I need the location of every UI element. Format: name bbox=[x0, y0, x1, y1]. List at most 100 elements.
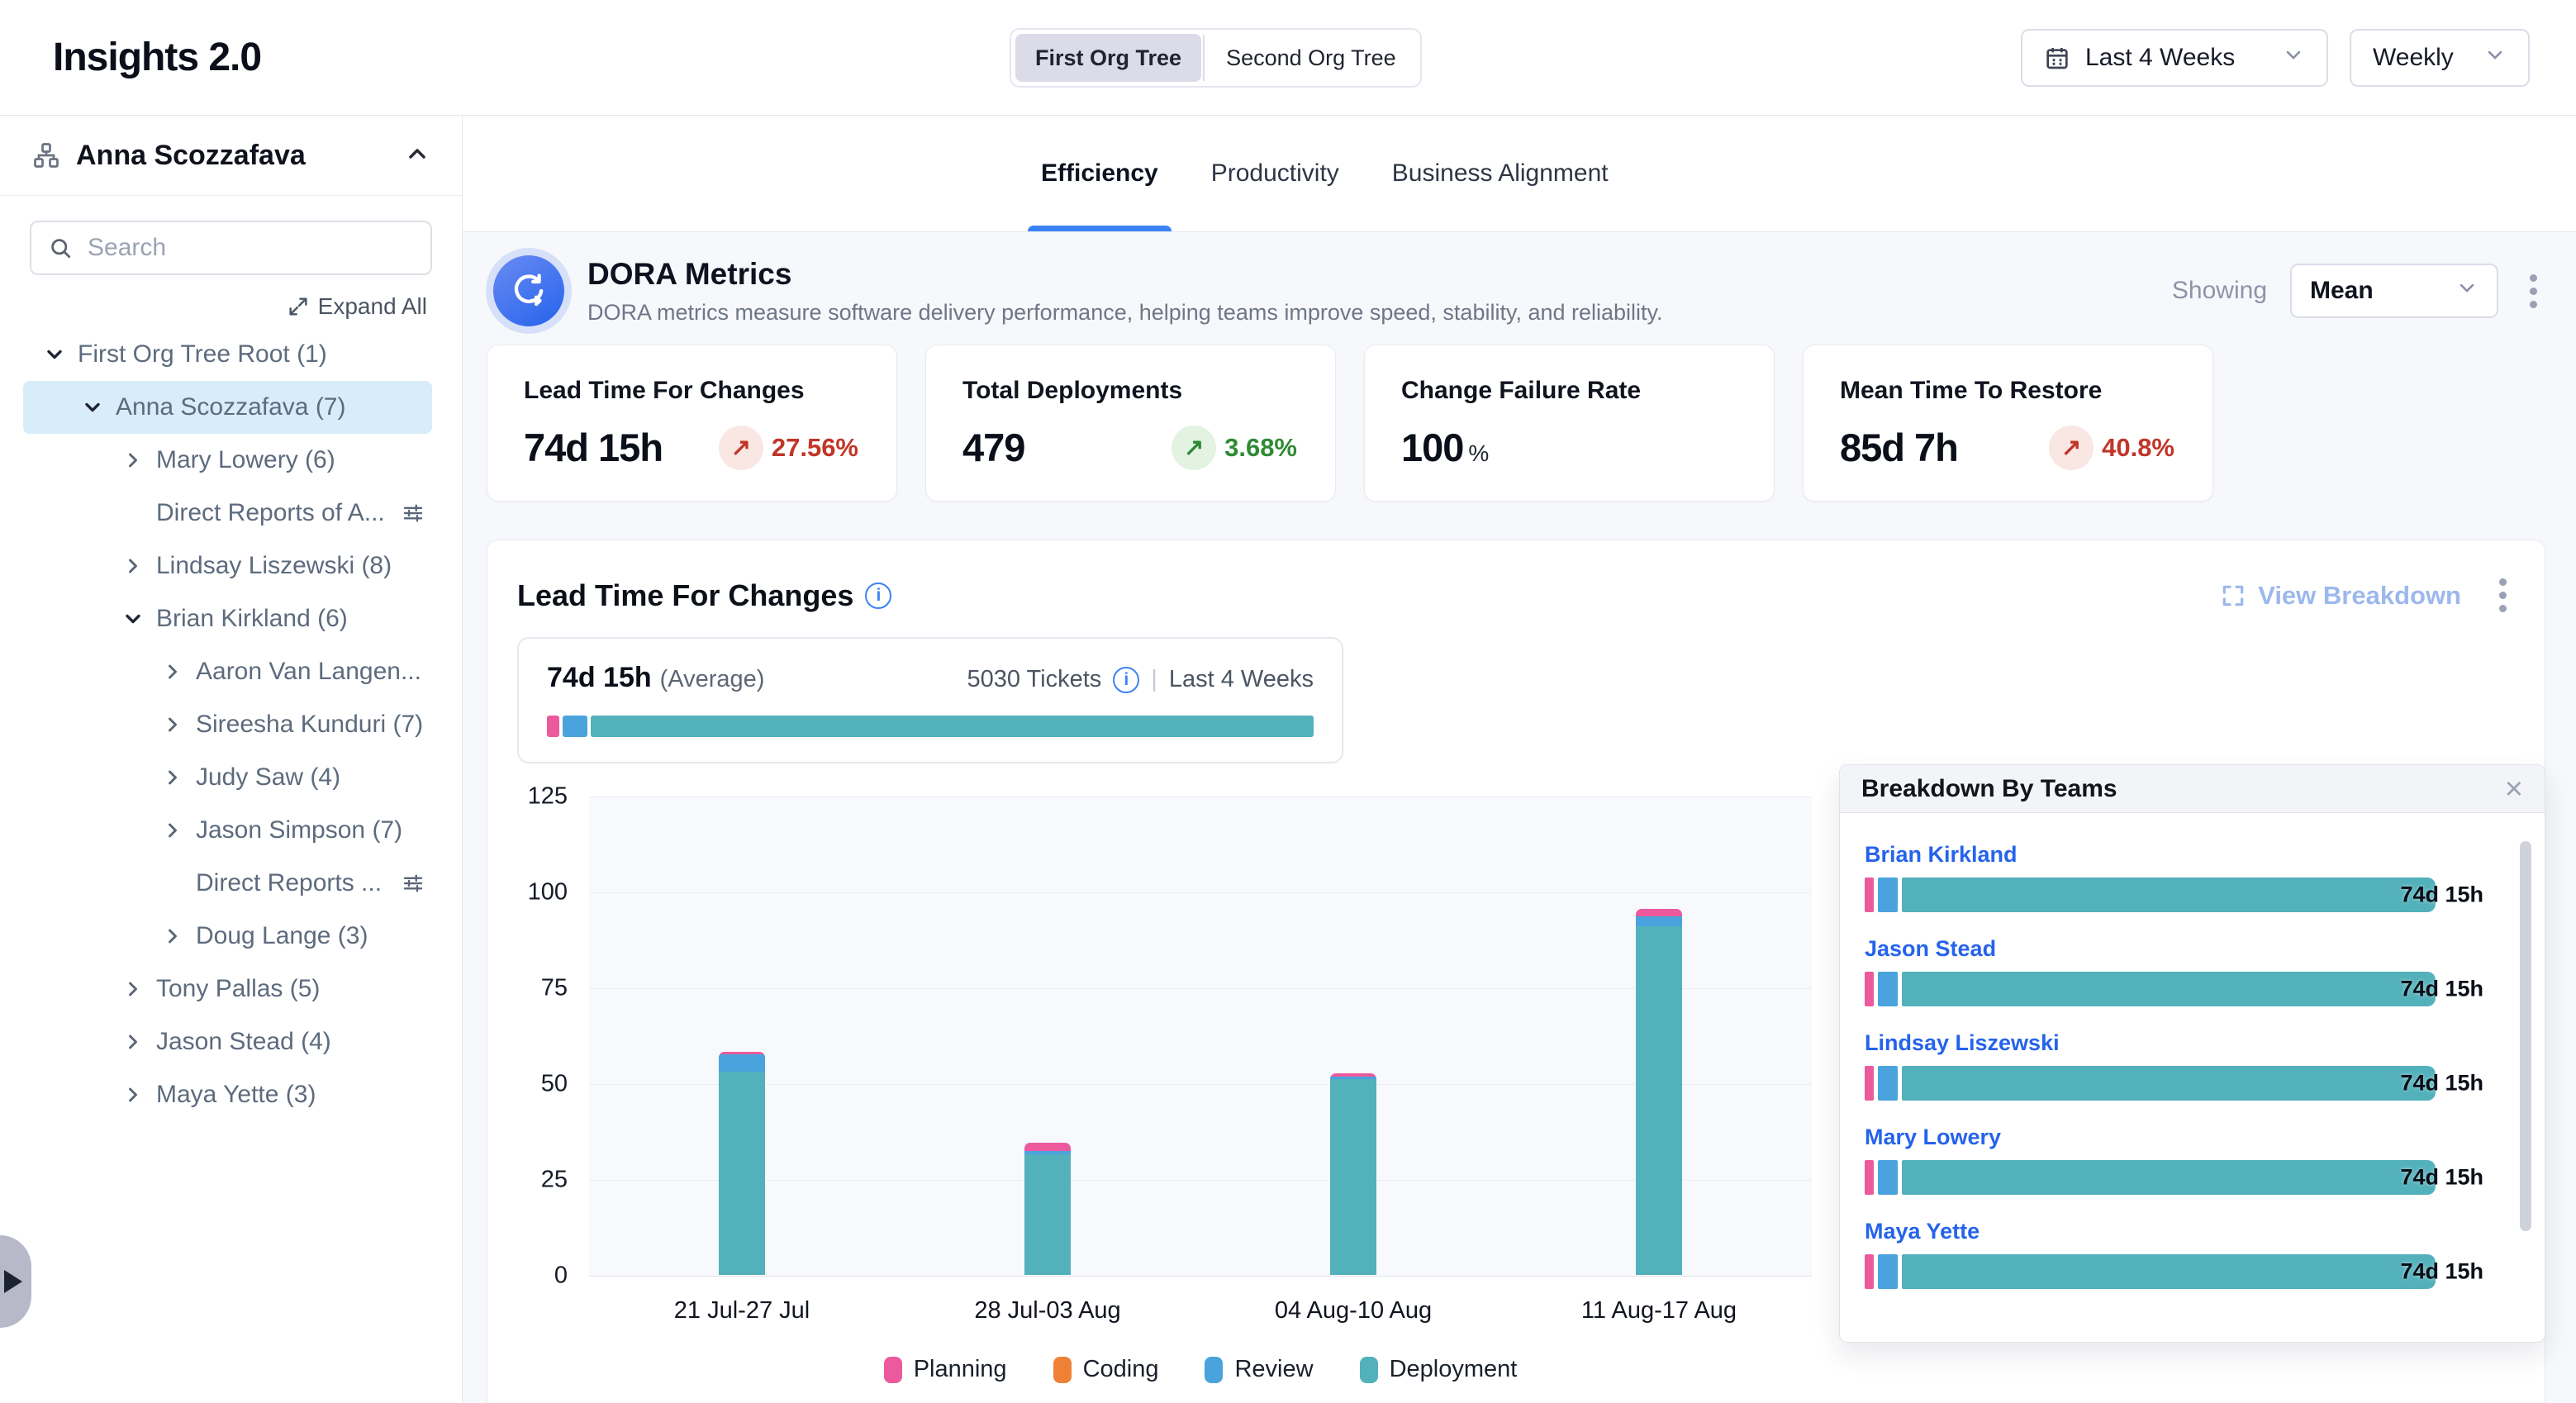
metric-card-unit: % bbox=[1468, 440, 1488, 466]
y-tick-125: 125 bbox=[528, 783, 568, 811]
y-tick-100: 100 bbox=[528, 879, 568, 906]
chart-legend: Planning Coding Review Deployment bbox=[589, 1356, 1812, 1383]
average-summary-box: 74d 15h (Average) 5030 Tickets i | Last … bbox=[517, 637, 1343, 763]
showing-select[interactable]: Mean bbox=[2290, 264, 2498, 318]
filter-settings-icon[interactable] bbox=[401, 871, 425, 896]
tree-item-brian-kirkland-6[interactable]: Brian Kirkland (6) bbox=[0, 592, 462, 645]
team-bar-segment-deployment bbox=[1902, 972, 2436, 1006]
chevron-right-icon[interactable] bbox=[159, 660, 186, 683]
team-bar-row: 74d 15h bbox=[1865, 1066, 2520, 1101]
chevron-right-icon[interactable] bbox=[159, 766, 186, 789]
tree-item-label: Direct Reports ... bbox=[196, 869, 382, 897]
tree-item-aaron-van-langen[interactable]: Aaron Van Langen... bbox=[0, 645, 462, 698]
chart-bar-28-jul-03-aug[interactable] bbox=[1024, 1143, 1071, 1275]
tab-efficiency[interactable]: Efficiency bbox=[1041, 116, 1158, 231]
tree-item-label: Jason Stead (4) bbox=[156, 1028, 331, 1056]
metric-card-row: 74d 15h↗27.56% bbox=[524, 425, 858, 470]
legend-item-deployment[interactable]: Deployment bbox=[1360, 1356, 1518, 1383]
legend-label: Coding bbox=[1083, 1356, 1159, 1383]
legend-item-planning[interactable]: Planning bbox=[884, 1356, 1007, 1383]
lead-time-actions: View Breakdown bbox=[2220, 573, 2515, 617]
view-breakdown-button[interactable]: View Breakdown bbox=[2220, 581, 2461, 611]
sidebar-collapse-handle[interactable] bbox=[0, 1235, 31, 1328]
arrow-up-right-icon: ↗ bbox=[719, 426, 763, 470]
metric-card-value: 479 bbox=[962, 425, 1024, 470]
breakdown-by-teams-panel: Breakdown By Teams × Brian Kirkland 74d 1… bbox=[1839, 764, 2545, 1343]
tree-item-mary-lowery-6[interactable]: Mary Lowery (6) bbox=[0, 434, 462, 487]
expand-all-button[interactable]: Expand All bbox=[0, 293, 427, 320]
chart-bar-11-aug-17-aug[interactable] bbox=[1636, 909, 1682, 1275]
bar-segment-gap bbox=[1898, 972, 1902, 1006]
tree-item-first-org-tree-root-1[interactable]: First Org Tree Root (1) bbox=[0, 328, 462, 381]
tree-item-sireesha-kunduri-7[interactable]: Sireesha Kunduri (7) bbox=[0, 698, 462, 751]
tree-item-maya-yette-3[interactable]: Maya Yette (3) bbox=[0, 1068, 462, 1121]
chevron-right-icon[interactable] bbox=[120, 1083, 146, 1106]
x-label-04-aug-10-aug: 04 Aug-10 Aug bbox=[1200, 1297, 1506, 1325]
tab-productivity[interactable]: Productivity bbox=[1211, 116, 1339, 231]
average-summary-top: 74d 15h (Average) 5030 Tickets i | Last … bbox=[547, 662, 1314, 694]
info-icon[interactable]: i bbox=[1113, 667, 1139, 693]
legend-item-review[interactable]: Review bbox=[1205, 1356, 1313, 1383]
chevron-down-icon[interactable] bbox=[120, 607, 146, 630]
tree-item-direct-reports-of-a[interactable]: Direct Reports of A... bbox=[0, 487, 462, 540]
search-icon bbox=[48, 235, 73, 260]
filter-settings-icon[interactable] bbox=[401, 501, 425, 526]
team-name-link[interactable]: Jason Stead bbox=[1865, 936, 1996, 962]
sidebar-header[interactable]: Anna Scozzafava bbox=[0, 116, 462, 196]
chart-bar-04-aug-10-aug[interactable] bbox=[1330, 1073, 1376, 1275]
chevron-right-icon[interactable] bbox=[159, 925, 186, 948]
metric-card-lead-time-for-changes: Lead Time For Changes74d 15h↗27.56% bbox=[487, 345, 897, 502]
average-label: (Average) bbox=[660, 666, 765, 693]
legend-swatch-coding bbox=[1053, 1357, 1072, 1383]
team-name-link[interactable]: Mary Lowery bbox=[1865, 1125, 2001, 1150]
dora-metrics-header: DORA Metrics DORA metrics measure softwa… bbox=[493, 255, 2545, 326]
chevron-right-icon[interactable] bbox=[159, 819, 186, 842]
chevron-right-icon[interactable] bbox=[120, 449, 146, 472]
chevron-up-icon[interactable] bbox=[404, 140, 430, 171]
team-name-link[interactable]: Brian Kirkland bbox=[1865, 842, 2018, 868]
search-input[interactable] bbox=[88, 234, 414, 262]
metric-delta-badge: ↗27.56% bbox=[719, 426, 858, 470]
info-icon[interactable]: i bbox=[865, 583, 891, 609]
chevron-right-icon[interactable] bbox=[120, 554, 146, 578]
tree-item-judy-saw-4[interactable]: Judy Saw (4) bbox=[0, 751, 462, 804]
date-range-select[interactable]: Last 4 Weeks bbox=[2021, 29, 2328, 87]
chevron-right-icon[interactable] bbox=[159, 713, 186, 736]
team-name-link[interactable]: Lindsay Liszewski bbox=[1865, 1030, 2060, 1056]
team-name-link[interactable]: Maya Yette bbox=[1865, 1219, 1980, 1244]
tree-item-label: Judy Saw (4) bbox=[196, 763, 340, 792]
org-tree-toggle-second-org-tree[interactable]: Second Org Tree bbox=[1206, 34, 1416, 82]
tree-item-lindsay-liszewski-8[interactable]: Lindsay Liszewski (8) bbox=[0, 540, 462, 592]
calendar-icon bbox=[2044, 45, 2070, 71]
avg-bar-segment-planning bbox=[547, 716, 559, 737]
close-icon[interactable]: × bbox=[2505, 773, 2523, 805]
team-row-mary-lowery: Mary Lowery74d 15h bbox=[1865, 1125, 2520, 1219]
granularity-select[interactable]: Weekly bbox=[2350, 29, 2530, 87]
bar-segment-deployment bbox=[719, 1072, 765, 1275]
bar-segment-gap bbox=[1898, 877, 1902, 912]
tree-item-label: First Org Tree Root (1) bbox=[78, 340, 327, 369]
dora-kebab-menu-icon[interactable] bbox=[2521, 269, 2545, 313]
tab-business-alignment[interactable]: Business Alignment bbox=[1392, 116, 1609, 231]
bar-segment-gap bbox=[1898, 1160, 1902, 1195]
scrollbar-thumb[interactable] bbox=[2520, 841, 2531, 1231]
tree-item-tony-pallas-5[interactable]: Tony Pallas (5) bbox=[0, 963, 462, 1015]
chevron-right-icon[interactable] bbox=[120, 977, 146, 1001]
tree-item-jason-stead-4[interactable]: Jason Stead (4) bbox=[0, 1015, 462, 1068]
metric-card-value: 100% bbox=[1401, 425, 1488, 470]
tree-item-label: Anna Scozzafava (7) bbox=[116, 393, 345, 421]
chart-bar-21-jul-27-jul[interactable] bbox=[719, 1052, 765, 1276]
legend-item-coding[interactable]: Coding bbox=[1053, 1356, 1159, 1383]
tree-item-jason-simpson-7[interactable]: Jason Simpson (7) bbox=[0, 804, 462, 857]
lead-time-kebab-menu-icon[interactable] bbox=[2491, 573, 2515, 617]
chevron-down-icon[interactable] bbox=[79, 396, 106, 419]
breakdown-panel-header: Breakdown By Teams × bbox=[1840, 765, 2545, 813]
org-tree-toggle-first-org-tree[interactable]: First Org Tree bbox=[1015, 34, 1201, 82]
chevron-right-icon[interactable] bbox=[120, 1030, 146, 1053]
tree-item-doug-lange-3[interactable]: Doug Lange (3) bbox=[0, 910, 462, 963]
average-range: Last 4 Weeks bbox=[1169, 666, 1314, 693]
tree-item-direct-reports[interactable]: Direct Reports ... bbox=[0, 857, 462, 910]
tree-item-anna-scozzafava-7[interactable]: Anna Scozzafava (7) bbox=[23, 381, 432, 434]
team-bar-segment-review bbox=[1878, 972, 1897, 1006]
chevron-down-icon[interactable] bbox=[41, 343, 68, 366]
